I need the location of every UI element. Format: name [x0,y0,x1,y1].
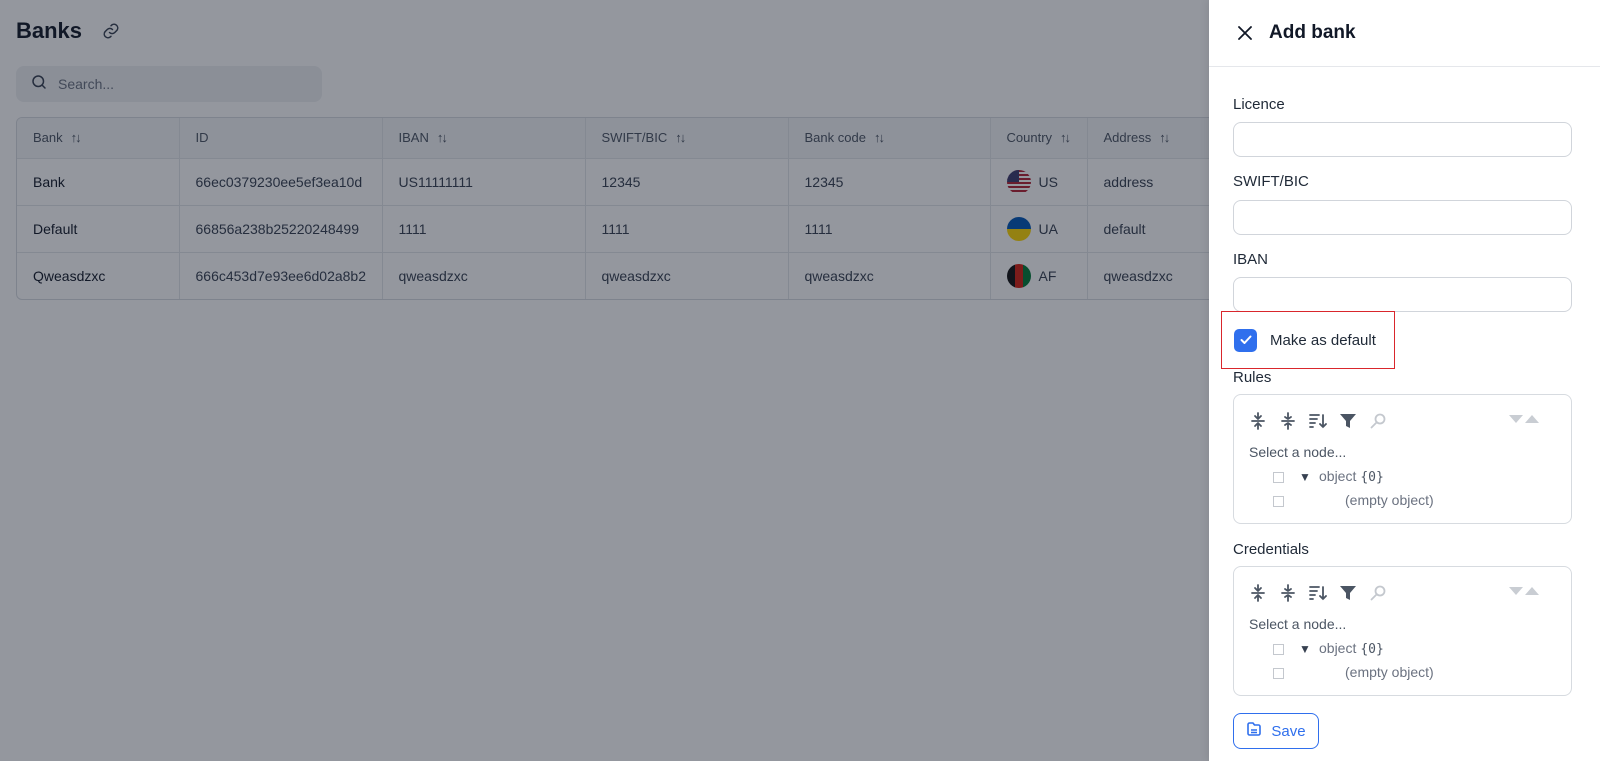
empty-object-text: (empty object) [1345,492,1434,508]
root-node[interactable]: object {0} [1319,468,1384,485]
collapse-all-icon[interactable] [1278,411,1297,430]
chevron-up-icon[interactable] [1525,415,1539,423]
save-button[interactable]: Save [1233,713,1319,749]
chevron-down-icon[interactable] [1509,415,1523,423]
swift-label: SWIFT/BIC [1233,173,1309,190]
node-checkbox[interactable] [1273,668,1284,679]
filter-icon[interactable] [1338,583,1357,602]
rules-toolbar [1248,411,1387,430]
iban-input[interactable] [1233,277,1572,312]
sort-icon[interactable] [1308,411,1327,430]
add-bank-drawer: Add bank Licence SWIFT/BIC IBAN Make as … [1209,0,1600,761]
select-node-text: Select a node... [1249,444,1347,460]
node-checkbox[interactable] [1273,644,1284,655]
expand-all-icon[interactable] [1248,411,1267,430]
chevron-down-icon[interactable] [1509,587,1523,595]
filter-icon[interactable] [1338,411,1357,430]
swift-input[interactable] [1233,200,1572,235]
empty-object-text: (empty object) [1345,664,1434,680]
rules-json-editor: Select a node... ▼ object {0} (empty obje… [1233,394,1572,524]
drawer-header: Add bank [1209,0,1600,67]
search-icon[interactable] [1368,583,1387,602]
close-icon[interactable] [1235,23,1255,43]
credentials-toolbar [1248,583,1387,602]
save-button-label: Save [1271,722,1306,740]
sort-icon[interactable] [1308,583,1327,602]
root-node[interactable]: object {0} [1319,640,1384,657]
credentials-json-editor: Select a node... ▼ object {0} (empty obje… [1233,566,1572,696]
make-default-row[interactable]: Make as default [1221,311,1395,369]
chevron-up-icon[interactable] [1525,587,1539,595]
collapse-all-icon[interactable] [1278,583,1297,602]
expand-caret-icon[interactable]: ▼ [1299,642,1311,656]
expand-caret-icon[interactable]: ▼ [1299,470,1311,484]
drawer-title: Add bank [1269,22,1356,43]
expand-all-icon[interactable] [1248,583,1267,602]
credentials-nav-arrows [1509,587,1539,595]
node-checkbox[interactable] [1273,496,1284,507]
make-default-label: Make as default [1270,331,1376,349]
node-checkbox[interactable] [1273,472,1284,483]
make-default-checkbox[interactable] [1234,328,1257,352]
rules-label: Rules [1233,369,1272,386]
save-icon [1246,721,1262,741]
licence-input[interactable] [1233,122,1572,157]
rules-nav-arrows [1509,415,1539,423]
iban-label: IBAN [1233,251,1269,268]
licence-label: Licence [1233,96,1285,113]
search-icon[interactable] [1368,411,1387,430]
credentials-label: Credentials [1233,541,1309,558]
select-node-text: Select a node... [1249,616,1347,632]
